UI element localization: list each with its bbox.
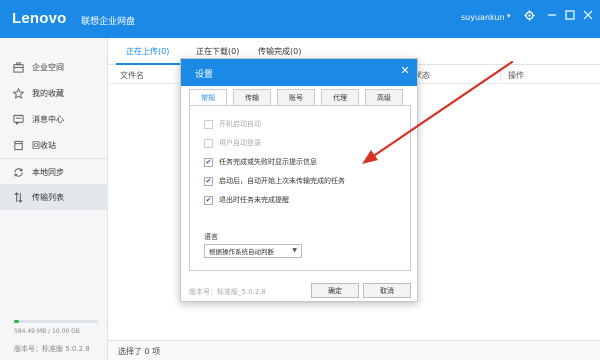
checkbox[interactable]	[204, 119, 213, 129]
sidebar-item-label: 企业空间	[32, 62, 64, 72]
sidebar: 企业空间 我的收藏 消息中心 回收站 本地同步 传输列表 584.49 MB /…	[0, 38, 108, 360]
app-title: 联想企业网盘	[81, 17, 136, 27]
sidebar-item-label: 传输列表	[32, 192, 64, 202]
tab-downloading[interactable]: 正在下载(0)	[196, 46, 239, 57]
dialog-title-bar[interactable]: 设置 ✕	[181, 59, 417, 86]
sidebar-item-label: 回收站	[32, 140, 56, 150]
column-header-filename[interactable]: 文件名	[120, 70, 144, 81]
option-auto-login[interactable]: 用户自动登录	[204, 137, 261, 149]
transfer-icon	[12, 191, 24, 203]
selection-count: 选择了 0 项	[118, 347, 161, 356]
gear-icon[interactable]	[521, 7, 537, 23]
option-label: 开机启动自动	[219, 120, 261, 128]
version-text: 版本号：标准版 5.0.2.8	[14, 345, 90, 353]
sidebar-item-label: 消息中心	[32, 114, 64, 124]
storage-usage-fill	[14, 320, 20, 323]
checkbox[interactable]	[204, 138, 213, 148]
active-tab-indicator	[116, 63, 180, 65]
close-icon[interactable]: ✕	[399, 65, 411, 77]
tab-uploading[interactable]: 正在上传(0)	[126, 46, 169, 57]
sidebar-item-label: 我的收藏	[32, 88, 64, 98]
maximize-icon[interactable]	[562, 7, 578, 23]
checkbox[interactable]: ✔	[204, 157, 213, 167]
trash-icon	[12, 139, 24, 151]
tab-advanced[interactable]: 高级	[365, 89, 403, 105]
sidebar-item-favorites[interactable]: 我的收藏	[0, 80, 108, 106]
title-bar: Lenovo 联想企业网盘 suyuankun ▾	[0, 0, 600, 38]
ok-button[interactable]: 确定	[311, 283, 359, 298]
checkbox[interactable]: ✔	[204, 176, 213, 186]
dialog-version-text: 版本号：标准版_5.0.2.8	[189, 288, 266, 296]
sidebar-item-messages[interactable]: 消息中心	[0, 106, 108, 132]
storage-usage-text: 584.49 MB / 10.00 GB	[14, 328, 80, 335]
option-resume-tasks[interactable]: ✔ 启动后，自动开始上次未传输完成的任务	[204, 175, 345, 187]
language-value: 根据操作系统自动判断	[209, 248, 274, 256]
sidebar-item-transfer-list[interactable]: 传输列表	[0, 184, 108, 210]
option-label: 退出时任务未完成提醒	[219, 196, 289, 204]
tab-account[interactable]: 账号	[277, 89, 315, 105]
column-header-action[interactable]: 操作	[508, 70, 524, 81]
option-label: 任务完成或失败时显示提示信息	[219, 158, 317, 166]
option-auto-start[interactable]: 开机启动自动	[204, 118, 261, 130]
sidebar-item-recycle-bin[interactable]: 回收站	[0, 132, 108, 158]
chevron-down-icon: ▼	[292, 247, 297, 254]
building-icon	[12, 61, 24, 73]
message-icon	[12, 113, 24, 125]
dialog-title: 设置	[195, 70, 214, 80]
option-show-notifications[interactable]: ✔ 任务完成或失败时显示提示信息	[204, 156, 317, 168]
star-icon	[12, 87, 24, 99]
sidebar-item-label: 本地同步	[32, 167, 64, 177]
minimize-icon[interactable]	[544, 7, 560, 23]
language-select[interactable]: 根据操作系统自动判断 ▼	[204, 244, 302, 258]
tab-proxy[interactable]: 代理	[321, 89, 359, 105]
dialog-tabs: 常规 传输 账号 代理 高级	[189, 89, 409, 106]
checkbox[interactable]: ✔	[204, 195, 213, 205]
settings-dialog: 设置 ✕ 常规 传输 账号 代理 高级 开机启动自动 用户自动登录 ✔ 任务完成…	[180, 58, 418, 302]
tab-transfer[interactable]: 传输	[233, 89, 271, 105]
option-exit-reminder[interactable]: ✔ 退出时任务未完成提醒	[204, 194, 289, 206]
option-label: 用户自动登录	[219, 139, 261, 147]
cancel-button[interactable]: 取消	[363, 283, 411, 298]
general-settings-panel: 开机启动自动 用户自动登录 ✔ 任务完成或失败时显示提示信息 ✔ 启动后，自动开…	[189, 105, 411, 271]
lenovo-logo: Lenovo	[12, 10, 67, 27]
column-divider	[500, 69, 501, 81]
sidebar-item-enterprise-space[interactable]: 企业空间	[0, 54, 108, 80]
tab-completed[interactable]: 传输完成(0)	[258, 46, 301, 57]
sidebar-item-local-sync[interactable]: 本地同步	[0, 159, 108, 185]
tab-general[interactable]: 常规	[189, 89, 227, 106]
status-bar: 选择了 0 项	[108, 340, 600, 360]
storage-usage-bar	[14, 320, 98, 323]
user-menu-caret-icon[interactable]: ▾	[507, 12, 511, 20]
sync-icon	[12, 166, 24, 178]
user-name[interactable]: suyuankun	[461, 13, 505, 22]
option-label: 启动后，自动开始上次未传输完成的任务	[219, 177, 345, 185]
close-icon[interactable]	[580, 7, 596, 23]
language-label: 语言	[204, 233, 218, 241]
